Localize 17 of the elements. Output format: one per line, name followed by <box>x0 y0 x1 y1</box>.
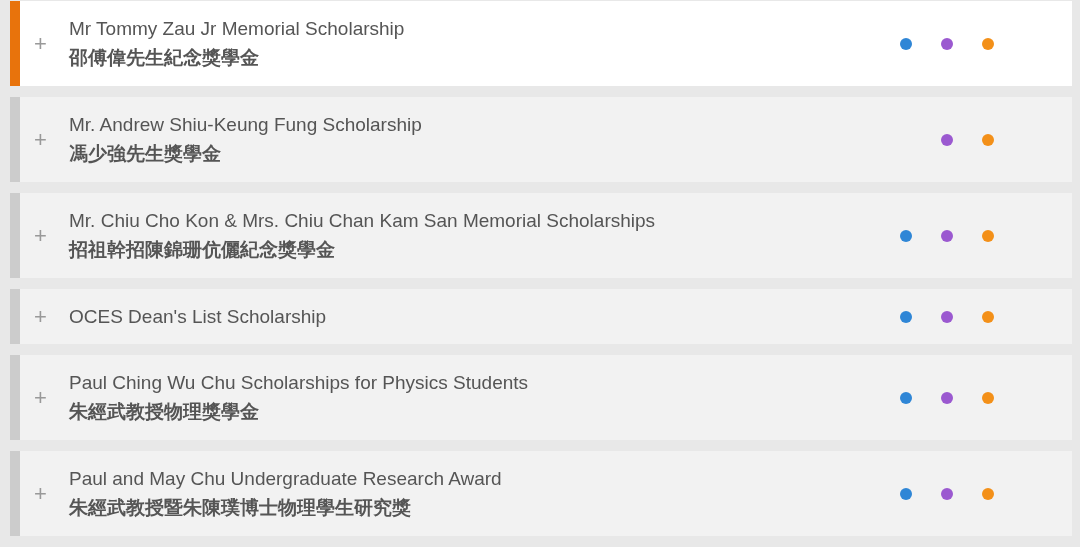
scholarship-row[interactable]: + Mr. Andrew Shiu-Keung Fung Scholarship 馮少強先生獎學金 <box>10 97 1072 182</box>
scholarship-title: OCES Dean's List Scholarship <box>69 304 327 329</box>
scholarship-title-chinese: 馮少強先生獎學金 <box>69 142 221 166</box>
scholarship-title: Paul Ching Wu Chu Scholarships for Physics Students <box>69 371 529 395</box>
scholarship-title: Paul and May Chu Undergraduate Research Award <box>69 467 502 491</box>
scholarship-title-chinese: 朱經武教授暨朱陳璞博士物理學生研究獎 <box>69 496 411 520</box>
scholarship-row[interactable]: + Paul and May Chu Undergraduate Research Award 朱經武教授暨朱陳璞博士物理學生研究獎 <box>10 451 1072 536</box>
scholarship-title-chinese: 朱經武教授物理獎學金 <box>69 400 259 424</box>
scholarship-title-chinese: 招祖幹招陳錦珊伉儷紀念獎學金 <box>69 238 335 262</box>
scholarship-row[interactable]: + OCES Dean's List Scholarship <box>10 289 1072 344</box>
scholarship-title: Mr. Andrew Shiu-Keung Fung Scholarship <box>69 113 422 137</box>
scholarship-title: Mr. Chiu Cho Kon & Mrs. Chiu Chan Kam San Memorial Scholarships <box>69 209 656 233</box>
scholarship-row[interactable]: + Mr. Chiu Cho Kon & Mrs. Chiu Chan Kam San Memorial Scholarships 招祖幹招陳錦珊伉儷紀念獎學金 <box>10 193 1072 278</box>
scholarship-row[interactable]: + Paul Ching Wu Chu Scholarships for Physics Students 朱經武教授物理獎學金 <box>10 355 1072 440</box>
scholarship-title-chinese: 邵傅偉先生紀念獎學金 <box>69 46 259 70</box>
scholarship-title: Mr Tommy Zau Jr Memorial Scholarship <box>69 17 405 41</box>
scholarship-row[interactable]: + Mr Tommy Zau Jr Memorial Scholarship 邵傅偉先生紀念獎學金 <box>10 1 1072 86</box>
